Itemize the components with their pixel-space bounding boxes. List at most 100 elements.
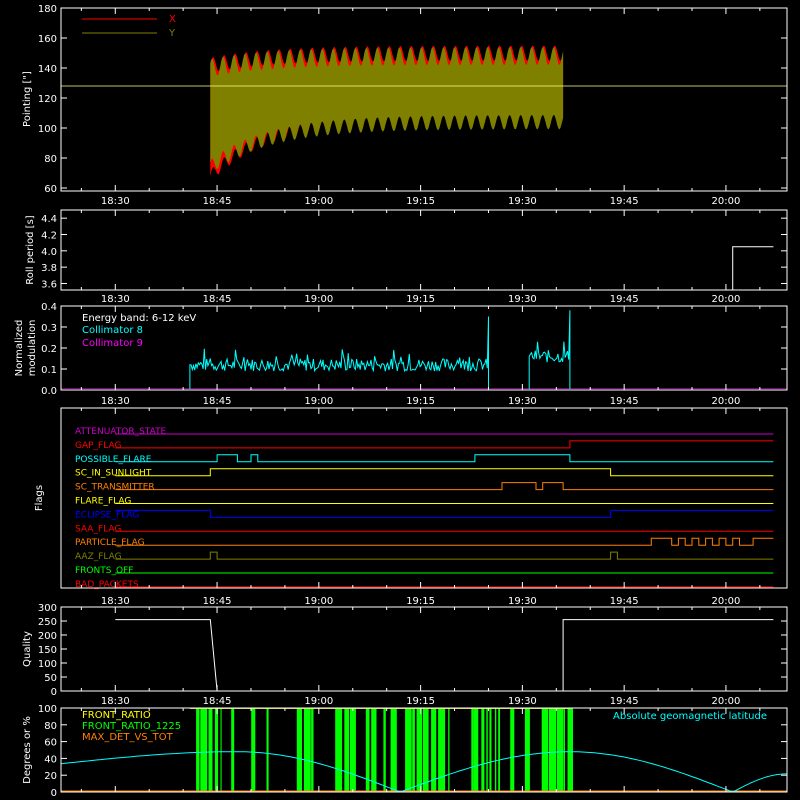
y-tick-label: 150	[38, 645, 57, 656]
time-tick-label: 19:30	[508, 396, 537, 407]
front-ratio-1225-bar	[196, 708, 200, 792]
y-tick-label: 80	[44, 721, 57, 732]
flag-line-possible_flare	[115, 454, 774, 463]
front-ratio-1225-bar	[481, 708, 485, 792]
time-tick-labels: 18:30 18:45 19:00 19:15 19:30 19:45 20:00 18:30…	[101, 196, 740, 707]
front-ratio-1225-bar	[416, 708, 423, 792]
quality-line	[115, 619, 774, 692]
legend-x-label: X	[169, 14, 176, 25]
flag-label-gap_flag: GAP_FLAG	[75, 441, 121, 451]
legend-geomagnetic-latitude: Absolute geomagnetic latitude	[613, 711, 767, 722]
pointing-legend: X Y	[82, 14, 176, 39]
front-ratio-1225-bar	[549, 708, 557, 792]
y-tick-label: 100	[38, 659, 57, 670]
flag-line-aaz_flag	[115, 551, 774, 560]
time-tick-label: 19:45	[610, 196, 639, 207]
time-tick-label: 18:45	[203, 196, 232, 207]
modulation-legend: Energy band: 6-12 keV Collimator 8 Colli…	[82, 313, 196, 349]
y-tick-label: 4.0	[41, 247, 57, 258]
roll-y-ticks: 3.6 3.8 4.0 4.2 4.4	[41, 214, 787, 290]
time-tick-label: 19:30	[508, 294, 537, 305]
y-tick-label: 40	[44, 754, 57, 765]
flag-label-saa_flag: SAA_FLAG	[75, 524, 121, 534]
pointing-panel: 60 80 100 120 140 160 180 Pointing ["] X Y	[22, 4, 788, 195]
roll-period-line	[732, 246, 774, 290]
time-tick-label: 19:30	[508, 596, 537, 607]
front-ratio-1225-bar	[561, 708, 564, 792]
energy-band-label: Energy band: 6-12 keV	[82, 313, 196, 324]
front-ratio-1225-bar	[438, 708, 446, 792]
flag-line-sc_in_sunlight	[115, 468, 774, 477]
y-tick-label: 100	[38, 124, 57, 135]
flag-label-particle_flag: PARTICLE_FLAG	[75, 538, 145, 548]
y-tick-label: 3.6	[41, 279, 57, 290]
geo-y-label: Degrees or %	[22, 716, 33, 784]
flags-y-label: Flags	[34, 485, 45, 511]
flag-label-possible_flare: POSSIBLE_FLARE	[75, 455, 152, 465]
y-tick-label: 160	[38, 34, 57, 45]
y-tick-label: 140	[38, 64, 57, 75]
flag-line-sc_transmitter	[115, 482, 774, 491]
figure: 60 80 100 120 140 160 180 Pointing ["] X Y 3.6…	[14, 4, 788, 799]
roll-axes-frame	[60, 209, 788, 291]
time-tick-label: 18:45	[203, 396, 232, 407]
legend-max-det-vs-tot: MAX_DET_VS_TOT	[82, 732, 174, 743]
y-tick-label: 0.2	[41, 344, 57, 355]
flag-label-attenuator_state: ATTENUATOR_STATE	[75, 427, 167, 437]
collimator-8-segment	[528, 310, 571, 389]
time-tick-label: 19:15	[406, 396, 435, 407]
front-ratio-1225-bar	[489, 708, 492, 792]
front-ratio-1225-bar	[563, 708, 565, 792]
time-tick-label: 18:45	[203, 596, 232, 607]
y-tick-label: 0.3	[41, 323, 57, 334]
y-tick-label: 80	[44, 154, 57, 165]
front-ratio-1225-bar	[448, 708, 450, 792]
y-tick-label: 200	[38, 631, 57, 642]
front-ratio-1225-bar	[567, 708, 573, 792]
y-tick-label: 50	[44, 673, 57, 684]
time-tick-label: 18:30	[101, 196, 130, 207]
flag-line-gap_flag	[115, 440, 774, 449]
y-tick-label: 0.4	[41, 302, 57, 313]
y-tick-label: 0	[51, 788, 57, 799]
legend-y-label: Y	[168, 28, 176, 39]
front-ratio-1225-bar	[510, 708, 515, 792]
time-tick-label: 19:00	[304, 696, 333, 707]
y-tick-label: 0.1	[41, 365, 57, 376]
flags-panel: ATTENUATOR_STATE GAP_FLAG POSSIBLE_FLARE SC…	[34, 407, 788, 590]
time-tick-label: 19:45	[610, 696, 639, 707]
time-tick-label: 19:45	[610, 396, 639, 407]
legend-collimator-9: Collimator 9	[82, 338, 143, 349]
front-ratio-1225-bar	[231, 708, 235, 792]
legend-front-ratio: FRONT_RATIO	[82, 710, 151, 721]
flag-label-aaz_flag: AAZ_FLAG	[75, 552, 122, 562]
front-ratio-1225-bar	[423, 708, 429, 792]
time-tick-label: 19:00	[304, 596, 333, 607]
y-tick-label: 3.8	[41, 263, 57, 274]
front-ratio-1225-bar	[335, 708, 343, 792]
time-tick-label: 19:15	[406, 596, 435, 607]
time-tick-label: 19:15	[406, 196, 435, 207]
quality-panel: 0 50 100 150 200 250 300 Quality	[22, 603, 788, 698]
time-tick-label: 19:00	[304, 196, 333, 207]
y-tick-label: 0	[51, 687, 57, 698]
time-tick-label: 20:00	[712, 396, 741, 407]
front-ratio-1225-bar	[208, 708, 213, 792]
y-tick-label: 250	[38, 617, 57, 628]
y-tick-label: 0.0	[41, 386, 57, 397]
flag-label-fronts_off: FRONTS_OFF	[75, 566, 133, 576]
y-tick-label: 100	[38, 704, 57, 715]
front-ratio-1225-bar	[200, 708, 208, 792]
front-ratio-1225-bar	[349, 708, 356, 792]
time-tick-label: 19:15	[406, 696, 435, 707]
front-ratio-1225-bar	[486, 708, 488, 792]
front-ratio-1225-bar	[311, 708, 314, 792]
front-ratio-1225-bar	[494, 708, 497, 792]
legend-front-ratio-1225: FRONT_RATIO_1225	[82, 721, 181, 732]
pointing-y-label: Pointing ["]	[22, 71, 33, 127]
front-ratio-1225-bar	[474, 708, 479, 792]
front-ratio-1225-bar	[383, 708, 386, 792]
pointing-plot	[61, 45, 787, 176]
front-ratio-1225-bar	[344, 708, 350, 792]
flag-label-sc_transmitter: SC_TRANSMITTER	[75, 483, 155, 493]
